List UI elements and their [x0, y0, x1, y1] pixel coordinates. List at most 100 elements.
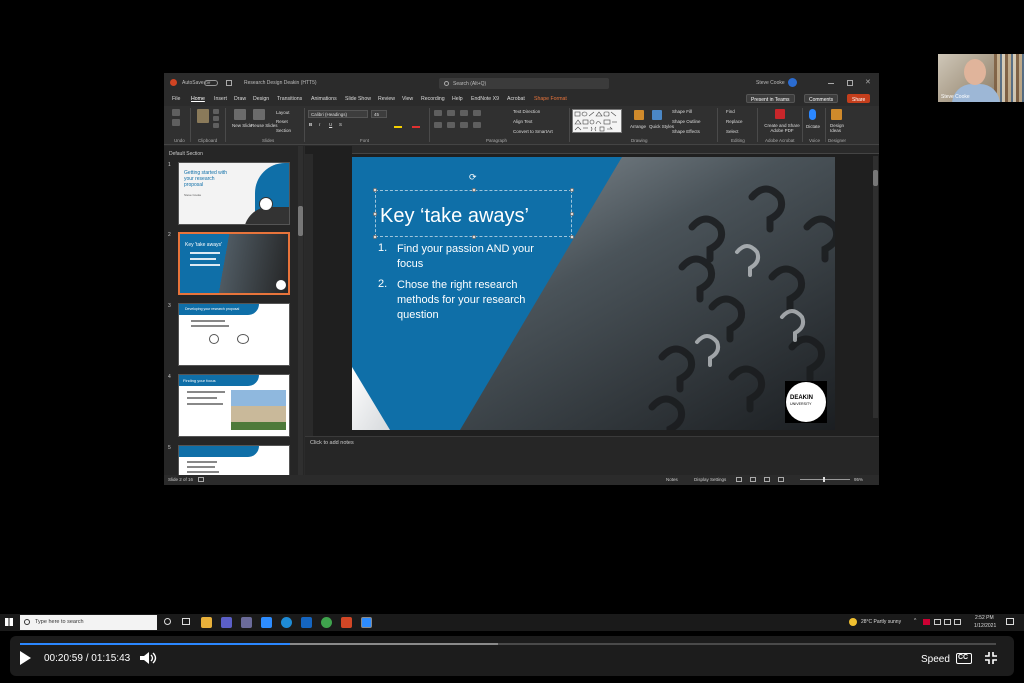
resize-handle[interactable]: [472, 235, 476, 239]
arrange-label[interactable]: Arrange: [630, 124, 646, 129]
resize-handle[interactable]: [570, 212, 574, 216]
dictate-label[interactable]: Dictate: [806, 124, 820, 129]
convert-smartart-button[interactable]: Convert to SmartArt: [513, 129, 553, 134]
slide-thumbnail-3[interactable]: Developing your research proposal: [178, 303, 290, 366]
rotate-handle-icon[interactable]: ⟳: [469, 172, 477, 183]
redo-icon[interactable]: [172, 119, 180, 126]
find-button[interactable]: Find: [726, 109, 735, 114]
task-view-icon[interactable]: [182, 618, 190, 625]
maximize-icon[interactable]: [847, 80, 853, 86]
tab-animations[interactable]: Animations: [311, 96, 337, 102]
editor-scrollbar[interactable]: [873, 156, 878, 418]
quick-styles-icon[interactable]: [652, 110, 662, 120]
edge-icon[interactable]: [281, 617, 292, 628]
tab-review[interactable]: Review: [378, 96, 395, 102]
display-settings-button[interactable]: Display Settings: [694, 477, 726, 482]
tab-shape-format[interactable]: Shape Format: [534, 96, 567, 102]
volume-icon[interactable]: [139, 651, 157, 665]
network-icon[interactable]: [944, 619, 951, 625]
cortana-icon[interactable]: [164, 618, 171, 625]
tab-acrobat[interactable]: Acrobat: [507, 96, 525, 102]
tray-chevron-icon[interactable]: ^: [914, 618, 916, 624]
slide-thumbnail-1[interactable]: Getting started with your research propo…: [178, 162, 290, 225]
thumbnail-scrollbar[interactable]: [298, 146, 303, 476]
microphone-icon[interactable]: [809, 109, 816, 120]
close-icon[interactable]: ✕: [865, 78, 871, 86]
normal-view-icon[interactable]: [736, 477, 742, 482]
create-share-pdf-label[interactable]: Create and Share Adobe PDF: [761, 123, 803, 133]
copy-icon[interactable]: [213, 116, 219, 121]
tab-transitions[interactable]: Transitions: [277, 96, 302, 102]
tab-view[interactable]: View: [402, 96, 413, 102]
section-button[interactable]: Section: [276, 128, 291, 133]
resize-handle[interactable]: [373, 212, 377, 216]
resize-handle[interactable]: [472, 188, 476, 192]
shape-effects-button[interactable]: Shape Effects: [672, 129, 700, 134]
chrome-icon[interactable]: [321, 617, 332, 628]
zoom-slider[interactable]: [800, 477, 850, 482]
select-button[interactable]: Select: [726, 129, 739, 134]
slide-sorter-icon[interactable]: [750, 477, 756, 482]
slide-thumbnail-2[interactable]: Key 'take aways': [178, 232, 290, 295]
resize-handle[interactable]: [570, 235, 574, 239]
italic-icon[interactable]: I: [319, 122, 320, 127]
notes-pane[interactable]: Click to add notes: [305, 436, 879, 476]
align-left-icon[interactable]: [434, 122, 442, 128]
underline-icon[interactable]: U: [329, 122, 332, 127]
tab-insert[interactable]: Insert: [214, 96, 227, 102]
share-button[interactable]: Share: [847, 94, 871, 103]
reset-button[interactable]: Reset: [276, 119, 288, 124]
volume-icon[interactable]: [954, 619, 961, 625]
tab-slideshow[interactable]: Slide Show: [345, 96, 371, 102]
resize-handle[interactable]: [373, 188, 377, 192]
align-center-icon[interactable]: [447, 122, 455, 128]
tray-app-icon[interactable]: [934, 619, 941, 625]
new-slide-label[interactable]: New Slide: [232, 123, 252, 128]
weather-text[interactable]: 28°C Partly sunny: [861, 619, 901, 625]
shapes-gallery[interactable]: [572, 109, 622, 133]
resize-handle[interactable]: [373, 235, 377, 239]
search-box[interactable]: Search (Alt+Q): [439, 78, 609, 89]
app-icon[interactable]: [241, 617, 252, 628]
slide-thumbnail-5[interactable]: [178, 445, 290, 476]
slide-body-list[interactable]: 1. Find your passion AND your focus 2. C…: [378, 242, 548, 321]
windows-start-icon[interactable]: [5, 618, 13, 626]
reading-view-icon[interactable]: [764, 477, 770, 482]
text-direction-button[interactable]: Text Direction: [513, 109, 540, 114]
tab-recording[interactable]: Recording: [421, 96, 445, 102]
font-name-select[interactable]: Calibri (Headings): [308, 110, 368, 118]
powerpoint-taskbar-icon[interactable]: [341, 617, 352, 628]
justify-icon[interactable]: [473, 122, 481, 128]
undo-icon[interactable]: [172, 109, 180, 116]
quick-styles-label[interactable]: Quick Styles: [649, 124, 674, 129]
clock-time[interactable]: 2:52 PM: [975, 615, 994, 621]
zoom-icon[interactable]: [261, 617, 272, 628]
tab-help[interactable]: Help: [452, 96, 463, 102]
replace-button[interactable]: Replace: [726, 119, 743, 124]
outlook-icon[interactable]: [301, 617, 312, 628]
present-in-teams-button[interactable]: Present in Teams: [746, 94, 795, 103]
reuse-slides-icon[interactable]: [253, 109, 265, 120]
taskbar-search-box[interactable]: Type here to search: [20, 615, 157, 630]
arrange-icon[interactable]: [634, 110, 644, 120]
strikethrough-icon[interactable]: S: [339, 122, 342, 127]
adobe-pdf-icon[interactable]: [775, 109, 785, 119]
closed-captions-icon[interactable]: CC: [956, 653, 972, 664]
bold-icon[interactable]: B: [309, 122, 312, 127]
font-size-select[interactable]: 45: [371, 110, 387, 118]
tab-endnote[interactable]: EndNote X9: [471, 96, 499, 102]
tab-design[interactable]: Design: [253, 96, 269, 102]
zoom-level[interactable]: 95%: [854, 477, 863, 482]
cut-icon[interactable]: [213, 109, 219, 114]
tab-home[interactable]: Home: [191, 96, 205, 102]
design-ideas-label[interactable]: Design Ideas: [830, 123, 844, 133]
paste-icon[interactable]: [197, 109, 209, 123]
slideshow-icon[interactable]: [778, 477, 784, 482]
font-color-icon[interactable]: [412, 126, 420, 128]
minimize-icon[interactable]: [828, 83, 834, 84]
tab-draw[interactable]: Draw: [234, 96, 246, 102]
numbering-icon[interactable]: [447, 110, 455, 116]
exit-fullscreen-icon[interactable]: [985, 652, 997, 664]
shape-outline-button[interactable]: Shape Outline: [672, 119, 701, 124]
comments-button[interactable]: Comments: [804, 94, 839, 103]
